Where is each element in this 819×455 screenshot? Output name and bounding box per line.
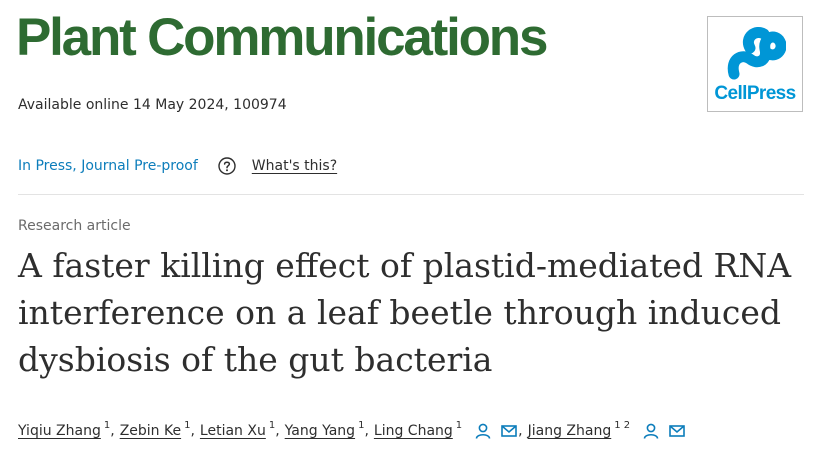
author-list: Yiqiu Zhang 1 , Zebin Ke 1 , Letian Xu 1… — [18, 418, 686, 444]
cellpress-wordmark: CellPress — [714, 83, 796, 104]
cellpress-logo-icon — [727, 27, 786, 80]
in-press-link[interactable]: In Press, Journal Pre-proof — [18, 158, 198, 174]
author-name[interactable]: Letian Xu — [200, 423, 266, 439]
whats-this-link[interactable]: What's this? — [252, 158, 337, 174]
author-separator: , — [110, 423, 115, 439]
author-name[interactable]: Jiang Zhang — [528, 423, 612, 439]
author-separator: , — [364, 423, 369, 439]
availability-info: Available online 14 May 2024, 100974 — [18, 97, 287, 113]
person-icon[interactable] — [474, 422, 492, 440]
author-affiliation: 1 — [184, 419, 191, 431]
status-row: In Press, Journal Pre-proof What's this? — [18, 154, 337, 178]
question-circle-icon[interactable] — [218, 157, 236, 175]
author-separator: , — [275, 423, 280, 439]
author-affiliation: 1 — [103, 419, 111, 431]
author-affiliation: 1 — [455, 419, 463, 431]
article-type: Research article — [18, 218, 131, 234]
envelope-icon[interactable] — [668, 422, 686, 440]
author-separator: , — [190, 423, 195, 439]
cellpress-logo[interactable]: CellPress — [707, 16, 803, 112]
author-affiliation: 1 — [358, 419, 365, 431]
author-name[interactable]: Yiqiu Zhang — [18, 423, 101, 439]
author-name[interactable]: Zebin Ke — [120, 423, 181, 439]
divider — [18, 194, 804, 195]
author-separator: , — [518, 423, 523, 439]
envelope-icon[interactable] — [500, 422, 518, 440]
journal-title[interactable]: Plant Communications — [16, 2, 548, 74]
author-affiliation: 1 2 — [614, 419, 631, 431]
article-title: A faster killing effect of plastid-media… — [18, 246, 792, 379]
author-name[interactable]: Yang Yang — [285, 423, 355, 439]
author-affiliation: 1 — [268, 419, 276, 431]
person-icon[interactable] — [642, 422, 660, 440]
author-name[interactable]: Ling Chang — [374, 423, 453, 439]
